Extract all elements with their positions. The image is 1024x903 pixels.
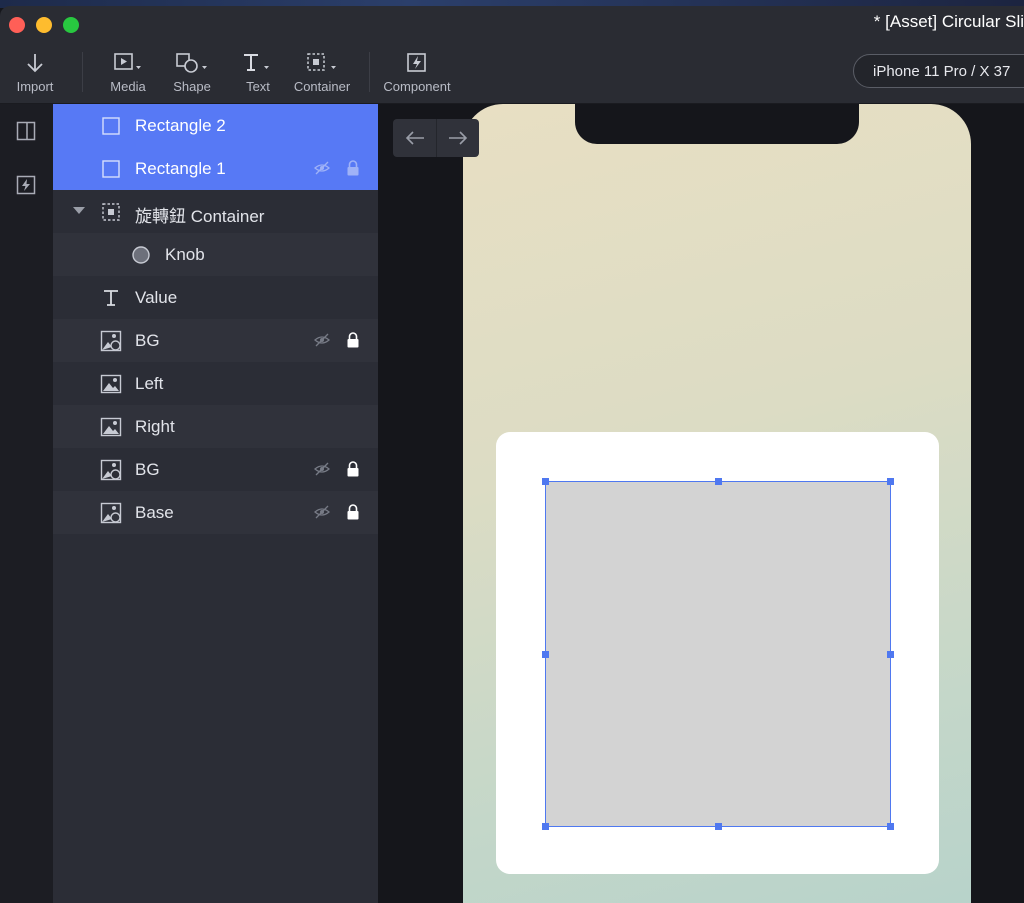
resize-handle-bottom-left[interactable] bbox=[542, 823, 549, 830]
image-shape-icon bbox=[100, 330, 122, 352]
container-icon bbox=[100, 201, 122, 223]
toolbar-divider bbox=[82, 52, 83, 92]
undo-button[interactable] bbox=[393, 119, 436, 157]
image-icon bbox=[100, 416, 122, 438]
layers-panel: Rectangle 2 Rectangle 1 旋轉鈕 Container Kn… bbox=[53, 104, 378, 903]
layer-name: Value bbox=[135, 288, 178, 307]
layer-name: Rectangle 1 bbox=[135, 159, 226, 178]
shape-button[interactable]: Shape bbox=[171, 50, 213, 98]
container-icon bbox=[304, 50, 340, 76]
text-button[interactable]: Text bbox=[238, 50, 278, 98]
layer-name: Knob bbox=[165, 245, 205, 264]
device-notch bbox=[575, 104, 859, 144]
image-shape-icon bbox=[100, 502, 122, 524]
layer-name: Left bbox=[135, 374, 164, 393]
hidden-eye-icon[interactable] bbox=[314, 461, 330, 477]
selected-rectangle[interactable] bbox=[542, 478, 894, 830]
layer-row-knob[interactable]: Knob bbox=[53, 233, 378, 276]
resize-handle-top-right[interactable] bbox=[887, 478, 894, 485]
device-select[interactable]: iPhone 11 Pro / X 37 bbox=[853, 54, 1024, 88]
layer-row-bg[interactable]: BG bbox=[53, 319, 378, 362]
resize-handle-bottom[interactable] bbox=[715, 823, 722, 830]
minimize-window-button[interactable] bbox=[36, 17, 52, 33]
disclosure-triangle-icon[interactable] bbox=[73, 207, 85, 214]
layer-name: Right bbox=[135, 417, 175, 436]
toolbar-divider bbox=[369, 52, 370, 92]
lock-icon[interactable] bbox=[346, 331, 360, 349]
hidden-eye-icon[interactable] bbox=[314, 504, 330, 520]
resize-handle-right[interactable] bbox=[887, 651, 894, 658]
redo-button[interactable] bbox=[436, 119, 479, 157]
title-bar: * [Asset] Circular Sli bbox=[0, 6, 1024, 46]
text-icon bbox=[100, 287, 122, 309]
text-label: Text bbox=[246, 79, 270, 94]
maximize-window-button[interactable] bbox=[63, 17, 79, 33]
component-button[interactable]: Component bbox=[381, 50, 453, 98]
white-card-layer[interactable] bbox=[496, 432, 939, 874]
panel-icon bbox=[16, 121, 36, 141]
media-button[interactable]: Media bbox=[107, 50, 149, 98]
components-panel-toggle[interactable] bbox=[15, 174, 37, 196]
device-frame bbox=[463, 104, 971, 903]
layer-row-value[interactable]: Value bbox=[53, 276, 378, 319]
rectangle-icon bbox=[100, 158, 122, 180]
arrow-left-icon bbox=[405, 131, 424, 145]
text-icon bbox=[240, 50, 276, 76]
hidden-eye-icon[interactable] bbox=[314, 160, 330, 176]
rectangle-icon bbox=[100, 115, 122, 137]
media-label: Media bbox=[110, 79, 146, 94]
import-label: Import bbox=[16, 79, 54, 94]
history-nav bbox=[393, 119, 479, 157]
design-canvas[interactable] bbox=[378, 104, 1024, 903]
layer-row-rectangle-1[interactable]: Rectangle 1 bbox=[53, 147, 378, 190]
layer-name: BG bbox=[135, 460, 160, 479]
window-title: * [Asset] Circular Sli bbox=[873, 12, 1024, 31]
import-button[interactable]: Import bbox=[14, 50, 56, 98]
resize-handle-top-left[interactable] bbox=[542, 478, 549, 485]
arrow-right-icon bbox=[449, 131, 468, 145]
circle-icon bbox=[130, 244, 152, 266]
close-window-button[interactable] bbox=[9, 17, 25, 33]
component-label: Component bbox=[383, 79, 451, 94]
image-icon bbox=[100, 373, 122, 395]
resize-handle-top[interactable] bbox=[715, 478, 722, 485]
layer-row-bg-2[interactable]: BG bbox=[53, 448, 378, 491]
layer-name: BG bbox=[135, 331, 160, 350]
toolbar: Import Media Shape Text Container Compon… bbox=[0, 46, 1024, 104]
shape-label: Shape bbox=[173, 79, 211, 94]
resize-handle-left[interactable] bbox=[542, 651, 549, 658]
component-bolt-icon bbox=[406, 50, 428, 76]
layers-panel-toggle[interactable] bbox=[15, 120, 37, 142]
layer-row-container[interactable]: 旋轉鈕 Container bbox=[53, 190, 378, 233]
layer-row-right[interactable]: Right bbox=[53, 405, 378, 448]
media-play-icon bbox=[113, 50, 143, 76]
left-icon-rail bbox=[0, 104, 53, 903]
shape-icon bbox=[174, 50, 210, 76]
layer-name: Base bbox=[135, 503, 174, 522]
image-shape-icon bbox=[100, 459, 122, 481]
layer-row-rectangle-2[interactable]: Rectangle 2 bbox=[53, 104, 378, 147]
layer-name: 旋轉鈕 Container bbox=[135, 207, 265, 226]
layer-row-left[interactable]: Left bbox=[53, 362, 378, 405]
lock-icon[interactable] bbox=[346, 460, 360, 478]
arrow-down-icon bbox=[26, 50, 44, 76]
component-bolt-icon bbox=[16, 175, 36, 195]
resize-handle-bottom-right[interactable] bbox=[887, 823, 894, 830]
layer-row-base[interactable]: Base bbox=[53, 491, 378, 534]
lock-icon[interactable] bbox=[346, 503, 360, 521]
hidden-eye-icon[interactable] bbox=[314, 332, 330, 348]
lock-icon[interactable] bbox=[346, 159, 360, 177]
container-button[interactable]: Container bbox=[292, 50, 352, 98]
container-label: Container bbox=[293, 79, 351, 94]
layer-name: Rectangle 2 bbox=[135, 116, 226, 135]
